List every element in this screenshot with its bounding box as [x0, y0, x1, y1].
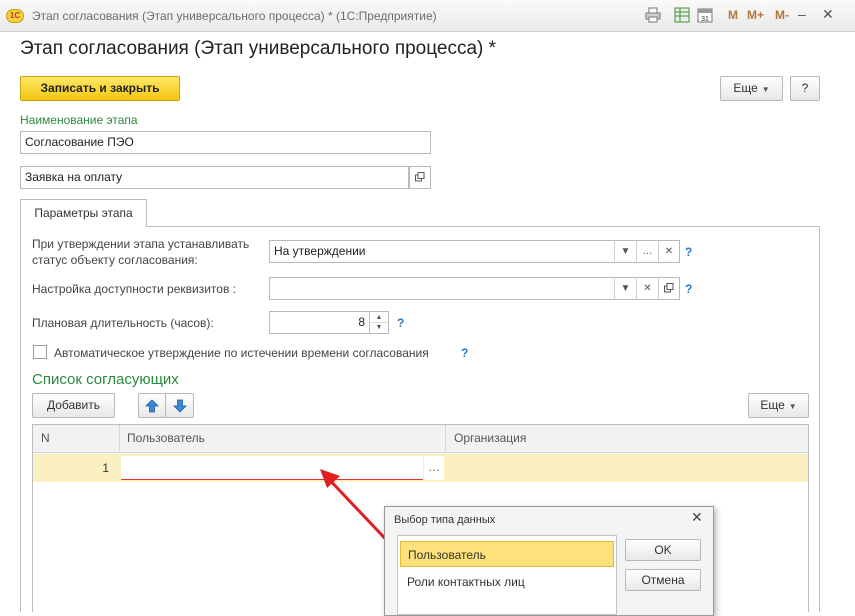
memory-m-plus-button[interactable]: M+ [747, 8, 764, 22]
status-label-line1: При утверждении этапа устанавливать [32, 237, 250, 251]
window-title: Этап согласования (Этап универсального п… [32, 9, 437, 23]
approvers-more-label: Еще [760, 398, 785, 412]
tab-stage-parameters[interactable]: Параметры этапа [20, 199, 147, 227]
column-divider [119, 425, 120, 453]
duration-help-icon[interactable]: ? [397, 316, 404, 330]
table-header: N Пользователь Организация [33, 425, 808, 453]
clear-icon[interactable]: ✕ [658, 240, 680, 263]
process-field[interactable]: Заявка на оплату [20, 166, 409, 189]
column-header-n[interactable]: N [41, 431, 50, 445]
add-button[interactable]: Добавить [32, 393, 115, 418]
list-item-user[interactable]: Пользователь [400, 541, 614, 567]
auto-approve-help-icon[interactable]: ? [461, 346, 468, 360]
column-header-user[interactable]: Пользователь [127, 431, 205, 445]
stage-name-label: Наименование этапа [20, 113, 138, 127]
arrow-up-icon[interactable] [138, 393, 166, 418]
approvers-more-button[interactable]: Еще ▼ [748, 393, 809, 418]
access-field[interactable] [269, 277, 615, 300]
calendar-icon[interactable]: 31 [697, 7, 713, 23]
status-field[interactable]: На утверждении [269, 240, 615, 263]
app-logo: 1С [6, 9, 24, 23]
duration-field[interactable]: 8 [269, 311, 370, 334]
chevron-down-icon: ▼ [788, 402, 797, 411]
duration-stepper[interactable]: ▲ ▼ [369, 311, 389, 334]
close-icon[interactable]: ✕ [691, 509, 703, 526]
minimize-button[interactable]: – [798, 6, 806, 22]
list-item-contact-roles[interactable]: Роли контактных лиц [400, 569, 614, 595]
window-titlebar: 1С Этап согласования (Этап универсальног… [0, 0, 855, 32]
status-label-line2: статус объекту согласования: [32, 253, 198, 267]
auto-approve-label: Автоматическое утверждение по истечении … [54, 346, 429, 360]
arrow-down-icon[interactable] [165, 393, 194, 418]
status-help-icon[interactable]: ? [685, 245, 692, 259]
open-icon[interactable] [658, 277, 680, 300]
spreadsheet-icon[interactable] [674, 7, 690, 23]
form-more-label: Еще [733, 81, 758, 95]
duration-label: Плановая длительность (часов): [32, 316, 214, 330]
column-header-organization[interactable]: Организация [454, 431, 526, 445]
ok-button[interactable]: OK [625, 539, 701, 561]
form-title: Этап согласования (Этап универсального п… [20, 38, 497, 59]
stepper-down-icon[interactable]: ▼ [370, 323, 388, 333]
stage-name-field[interactable]: Согласование ПЭО [20, 131, 431, 154]
ellipsis-icon[interactable]: … [424, 456, 444, 480]
row-number: 1 [102, 461, 109, 475]
column-divider [445, 425, 446, 453]
auto-approve-checkbox[interactable] [33, 345, 47, 359]
memory-m-button[interactable]: M [728, 8, 738, 22]
save-and-close-button[interactable]: Записать и закрыть [20, 76, 180, 101]
dropdown-icon[interactable]: ▼ [614, 277, 636, 300]
access-help-icon[interactable]: ? [685, 282, 692, 296]
chevron-down-icon: ▼ [761, 85, 770, 94]
type-selection-dialog: Выбор типа данных ✕ Пользователь Роли ко… [384, 506, 714, 616]
memory-m-minus-button[interactable]: M- [775, 8, 789, 22]
close-window-button[interactable]: ✕ [822, 6, 834, 23]
access-label: Настройка доступности реквизитов : [32, 282, 237, 296]
cancel-button[interactable]: Отмена [625, 569, 701, 591]
dialog-title: Выбор типа данных [394, 514, 496, 526]
table-row[interactable]: 1 … [33, 454, 808, 482]
form-more-button[interactable]: Еще ▼ [720, 76, 783, 101]
help-button[interactable]: ? [790, 76, 820, 101]
dropdown-icon[interactable]: ▼ [614, 240, 636, 263]
calendar-day: 31 [701, 16, 709, 23]
stepper-up-icon[interactable]: ▲ [370, 312, 388, 323]
type-list: Пользователь Роли контактных лиц [397, 535, 617, 615]
ellipsis-icon[interactable]: … [636, 240, 658, 263]
open-icon[interactable] [409, 166, 431, 189]
clear-icon[interactable]: ✕ [636, 277, 658, 300]
print-icon[interactable] [645, 7, 661, 23]
approvers-heading: Список согласующих [32, 371, 179, 388]
